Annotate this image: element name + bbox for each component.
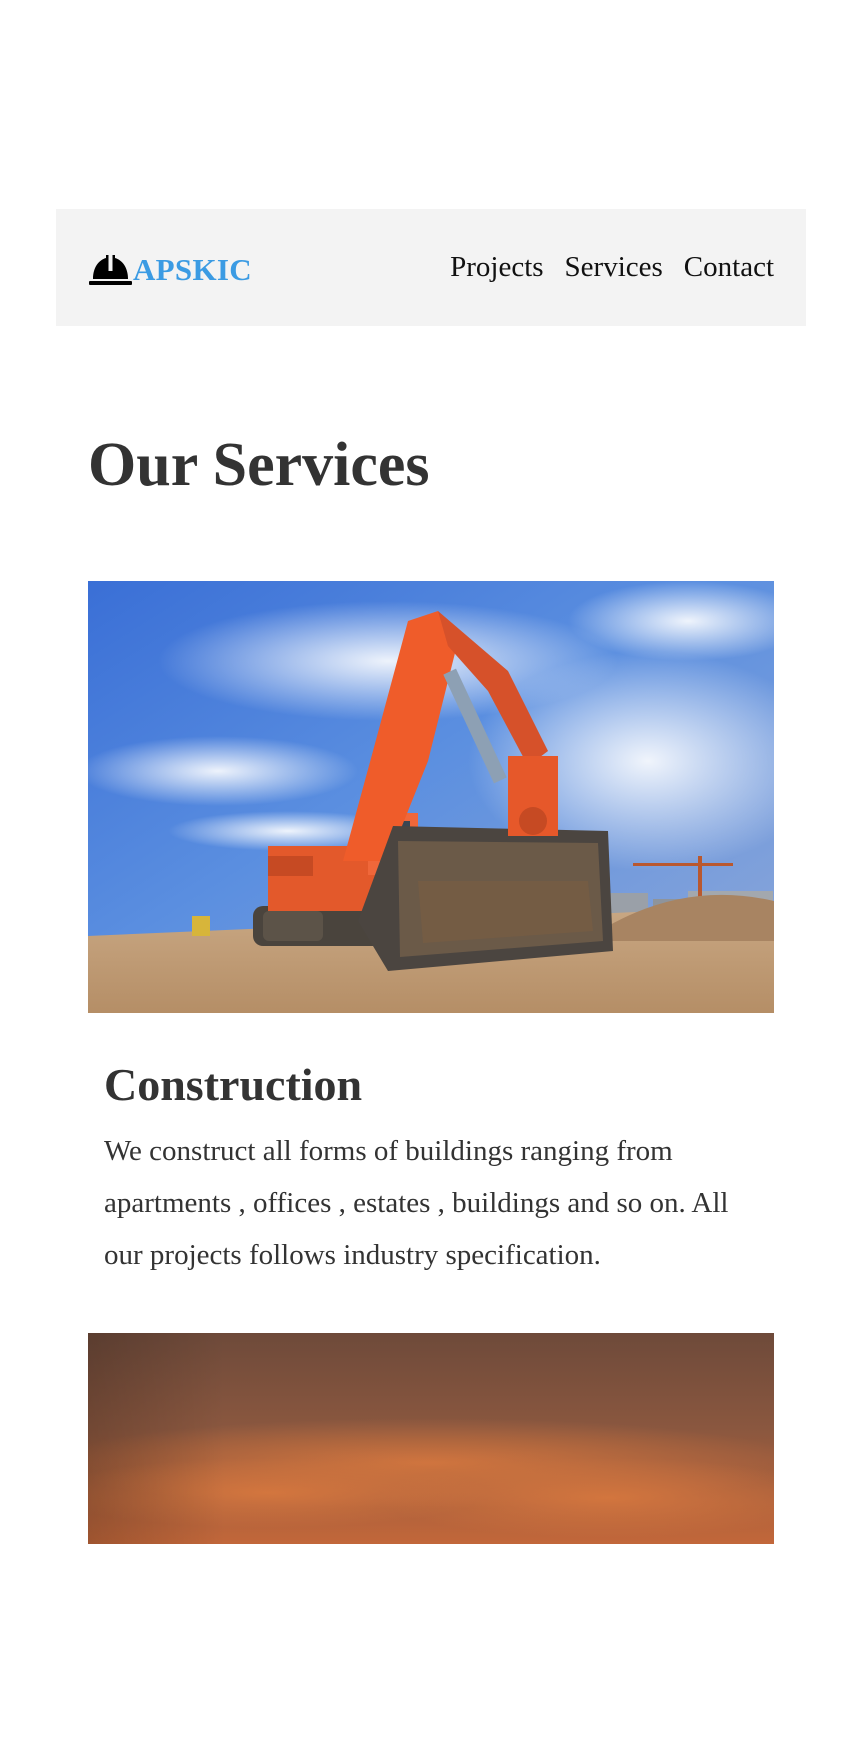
navbar: APSKIC Projects Services Contact — [56, 209, 806, 326]
brand-name: APSKIC — [133, 252, 252, 287]
brand-logo[interactable]: APSKIC — [89, 249, 252, 289]
nav-link-services[interactable]: Services — [565, 248, 663, 286]
service-image-sunset — [88, 1333, 774, 1544]
main-nav: Projects Services Contact — [450, 248, 774, 286]
nav-link-projects[interactable]: Projects — [450, 248, 543, 286]
hard-hat-icon — [89, 255, 132, 285]
service-image-construction — [88, 581, 774, 1013]
nav-link-contact[interactable]: Contact — [684, 248, 774, 286]
page-title: Our Services — [88, 431, 430, 499]
service-title-construction: Construction — [104, 1059, 363, 1110]
service-description-construction: We construct all forms of buildings rang… — [104, 1135, 729, 1271]
